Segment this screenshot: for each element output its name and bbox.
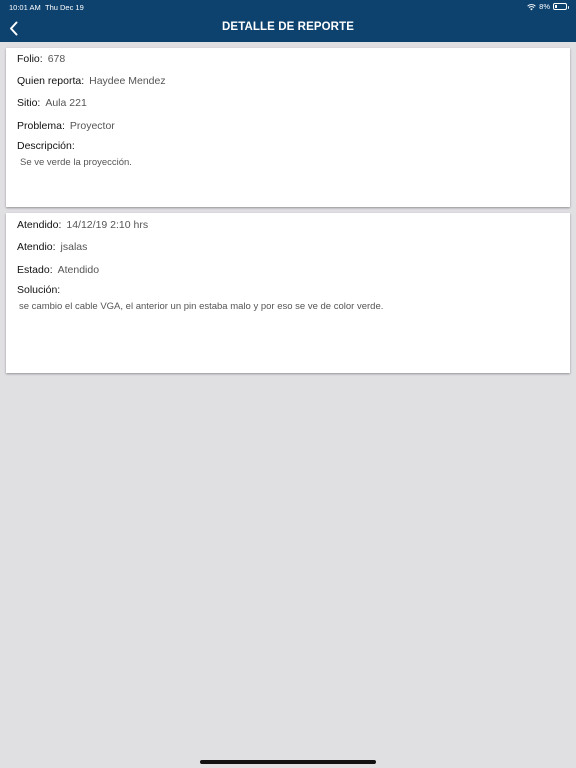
site-label: Sitio: — [17, 97, 41, 109]
status-indicators: 8% — [527, 2, 569, 11]
attended-by-label: Atendio: — [17, 241, 56, 253]
attended-by-row: Atendio: jsalas — [17, 241, 87, 253]
site-value: Aula 221 — [45, 97, 87, 109]
solution-label: Solución: — [17, 284, 61, 296]
reporter-row: Quien reporta: Haydee Mendez — [17, 75, 166, 87]
battery-icon — [553, 3, 569, 10]
navigation-bar: DETALLE DE REPORTE — [0, 14, 576, 42]
folio-label: Folio: — [17, 53, 43, 65]
reporter-value: Haydee Mendez — [89, 75, 166, 87]
reporter-label: Quien reporta: — [17, 75, 85, 87]
status-time: 10:01 AM — [9, 3, 41, 12]
folio-value: 678 — [47, 53, 66, 65]
home-indicator[interactable] — [200, 760, 376, 764]
site-row: Sitio: Aula 221 — [17, 97, 87, 109]
problem-row: Problema: Proyector — [17, 120, 115, 132]
description-text: Se ve verde la proyección. — [20, 157, 132, 168]
status-date: Thu Dec 19 — [45, 3, 84, 12]
wifi-icon — [527, 3, 536, 10]
problem-value: Proyector — [69, 120, 115, 132]
page-title: DETALLE DE REPORTE — [222, 21, 354, 33]
description-label: Descripción: — [17, 140, 75, 152]
status-row: Estado: Atendido — [17, 264, 99, 276]
solution-text: se cambio el cable VGA, el anterior un p… — [19, 301, 384, 312]
folio-row: Folio: 678 — [17, 53, 65, 65]
attended-at-label: Atendido: — [17, 219, 62, 231]
top-bar: 10:01 AM Thu Dec 19 8% DETALLE DE REPORT… — [0, 0, 576, 42]
problem-label: Problema: — [17, 120, 65, 132]
status-value: Atendido — [57, 264, 100, 276]
resolution-card: Atendido: 14/12/19 2:10 hrs Atendio: jsala… — [6, 213, 570, 373]
attended-by-value: jsalas — [60, 241, 88, 253]
status-bar: 10:01 AM Thu Dec 19 8% — [0, 0, 576, 14]
battery-percent: 8% — [539, 2, 550, 11]
status-label: Estado: — [17, 264, 53, 276]
attended-at-row: Atendido: 14/12/19 2:10 hrs — [17, 219, 148, 231]
attended-at-value: 14/12/19 2:10 hrs — [66, 219, 149, 231]
report-card: Folio: 678 Quien reporta: Haydee Mendez Si… — [6, 48, 570, 207]
